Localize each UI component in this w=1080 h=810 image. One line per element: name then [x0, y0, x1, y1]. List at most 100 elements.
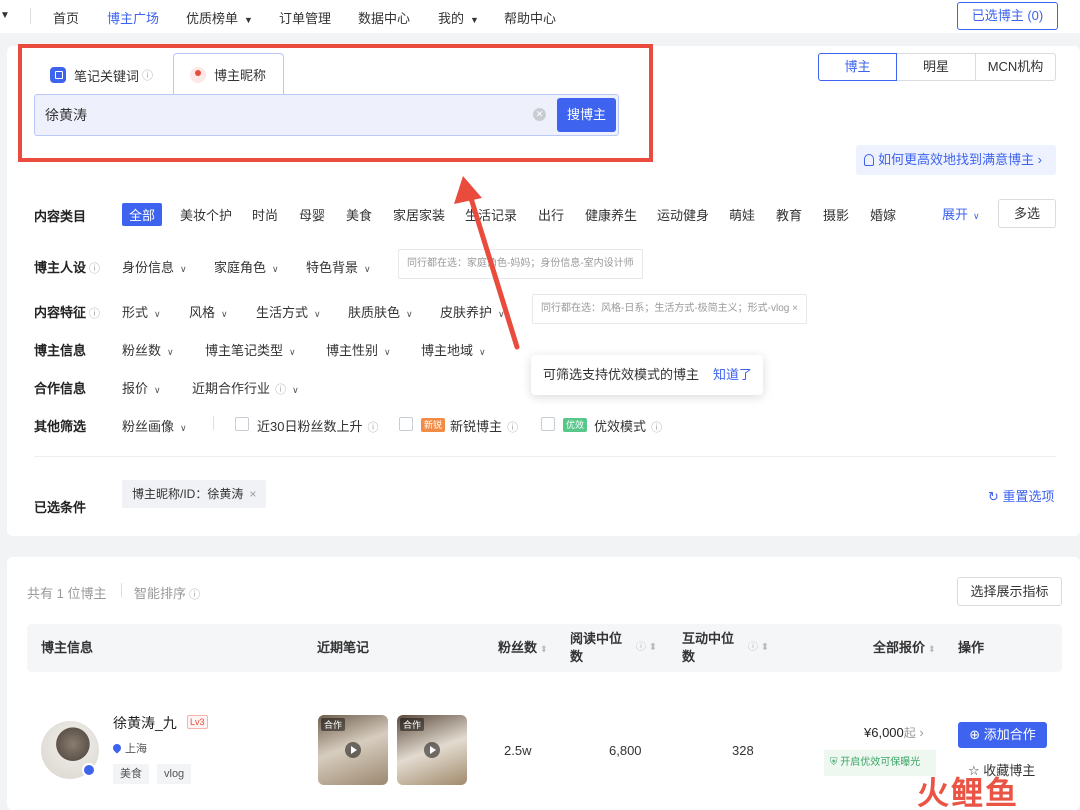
info-sort-icon[interactable]: ⓘ ⬍: [748, 639, 769, 657]
howto-link[interactable]: 如何更高效地找到满意博主 ›: [856, 145, 1056, 175]
category-option[interactable]: 教育: [776, 205, 802, 224]
persona-dropdown[interactable]: 家庭角色 ∨: [214, 257, 279, 276]
category-option[interactable]: 家居家装: [393, 205, 445, 224]
category-option[interactable]: 婚嫁: [870, 205, 896, 224]
persona-dropdown[interactable]: 特色背景 ∨: [306, 257, 371, 276]
chevron-down-icon: ∨: [364, 264, 371, 274]
info-icon: ⓘ: [89, 308, 101, 320]
feature-dropdown[interactable]: 肤质肤色 ∨: [348, 302, 413, 321]
blogger-info-label: 博主信息: [34, 343, 87, 358]
lightbulb-icon: [864, 154, 874, 166]
info-sort-icon[interactable]: ⓘ ⬍: [636, 639, 657, 657]
type-star-button[interactable]: 明星: [897, 53, 976, 81]
category-option[interactable]: 美妆个护: [180, 205, 232, 224]
blogger-info-dropdown[interactable]: 博主地域 ∨: [421, 340, 486, 359]
category-option[interactable]: 健康养生: [585, 205, 637, 224]
blogger-info-dropdown[interactable]: 博主性别 ∨: [326, 340, 391, 359]
nav-item-rankings[interactable]: 优质榜单 ▼: [186, 8, 253, 27]
add-cooperation-button[interactable]: ⊕ 添加合作: [958, 722, 1047, 748]
new-badge: 新锐: [421, 418, 446, 432]
persona-dropdown[interactable]: 身份信息 ∨: [122, 257, 187, 276]
category-option[interactable]: 摄影: [823, 205, 849, 224]
refresh-icon: ↻: [988, 489, 1003, 504]
type-mcn-button[interactable]: MCN机构: [976, 53, 1056, 81]
chevron-down-icon: ∨: [154, 385, 161, 395]
feature-dropdown[interactable]: 生活方式 ∨: [256, 302, 321, 321]
chevron-down-icon: ▼: [244, 15, 253, 25]
nav-item-blogger-square[interactable]: 博主广场: [107, 8, 159, 27]
coop-label: 合作: [400, 718, 425, 731]
interact-median-value: 328: [732, 743, 754, 758]
verified-icon: [82, 763, 96, 777]
feature-dropdown[interactable]: 风格 ∨: [189, 302, 228, 321]
chevron-down-icon: ∨: [180, 423, 187, 433]
section-divider: [34, 456, 1056, 457]
promo-label: 开启优效可保曝光: [840, 757, 921, 768]
type-blogger-button[interactable]: 博主: [818, 53, 897, 81]
blogger-location: 上海: [111, 740, 147, 756]
column-header-read-median[interactable]: 阅读中位数: [570, 630, 622, 666]
close-icon[interactable]: ×: [249, 487, 256, 501]
price-value[interactable]: ¥6,000起 ›: [864, 724, 924, 741]
blogger-info-dropdown[interactable]: 博主笔记类型 ∨: [205, 340, 296, 359]
blogger-tag: vlog: [157, 764, 192, 784]
chevron-right-icon: ›: [915, 725, 924, 740]
category-option[interactable]: 出行: [538, 205, 564, 224]
blogger-name[interactable]: 徐黄涛_九: [113, 713, 177, 733]
category-option-all[interactable]: 全部: [122, 203, 163, 226]
coop-info-dropdown[interactable]: 报价 ∨: [122, 378, 161, 397]
info-icon: ⓘ: [272, 384, 287, 396]
column-header-interact-median[interactable]: 互动中位数: [682, 630, 734, 666]
fans-portrait-dropdown[interactable]: 粉丝画像 ∨: [122, 416, 187, 435]
new-blogger-checkbox[interactable]: [399, 417, 413, 431]
multi-select-button[interactable]: 多选: [998, 199, 1056, 228]
account-type-group: 博主 明星 MCN机构: [818, 53, 1056, 81]
coop-info-dropdown[interactable]: 近期合作行业 ⓘ ∨: [192, 378, 299, 397]
category-option[interactable]: 母婴: [299, 205, 325, 224]
feature-dropdown[interactable]: 皮肤养护 ∨: [440, 302, 505, 321]
choose-metrics-button[interactable]: 选择展示指标: [957, 577, 1062, 606]
feature-dropdown[interactable]: 形式 ∨: [122, 302, 161, 321]
persona-hint-chip[interactable]: 同行都在选：家庭角色-妈妈；身份信息-室内设计师: [398, 249, 643, 279]
expand-label: 展开: [942, 207, 969, 222]
filter-divider: [213, 416, 214, 430]
dropdown-label: 特色背景: [306, 260, 359, 275]
location-pin-icon: [111, 742, 123, 754]
chevron-down-icon: ∨: [384, 347, 391, 357]
new-blogger-label: 新锐博主 ⓘ: [450, 416, 518, 435]
reset-filters-link[interactable]: ↻ 重置选项: [988, 486, 1055, 505]
tooltip-dismiss-link[interactable]: 知道了: [713, 367, 752, 382]
blogger-info-dropdown[interactable]: 粉丝数 ∨: [122, 340, 174, 359]
nav-item-mine[interactable]: 我的 ▼: [438, 8, 479, 27]
selected-condition-chip[interactable]: 博主昵称/ID：徐黄涛 ×: [122, 480, 267, 508]
column-header-price[interactable]: 全部报价 ⬍: [873, 639, 936, 658]
sort-selector[interactable]: 智能排序 ⓘ: [134, 583, 200, 602]
category-option[interactable]: 运动健身: [657, 205, 709, 224]
info-icon: ⓘ: [186, 589, 201, 601]
expand-toggle[interactable]: 展开 ∨: [942, 204, 980, 223]
checkbox-label: 新锐博主: [450, 419, 503, 434]
nav-item-orders[interactable]: 订单管理: [279, 8, 331, 27]
category-option[interactable]: 生活记录: [465, 205, 517, 224]
note-thumbnail[interactable]: 合作: [397, 715, 467, 785]
chevron-down-icon: ∨: [292, 385, 299, 395]
dropdown-label: 肤质肤色: [348, 305, 401, 320]
note-thumbnail[interactable]: 合作: [318, 715, 388, 785]
fans-up-checkbox[interactable]: [235, 417, 249, 431]
effect-badge: 优效: [563, 418, 588, 432]
selected-bloggers-button[interactable]: 已选博主 (0): [957, 2, 1058, 30]
caret-down-icon[interactable]: ▼: [0, 10, 10, 21]
effect-mode-checkbox[interactable]: [541, 417, 555, 431]
category-option[interactable]: 美食: [346, 205, 372, 224]
nav-item-help[interactable]: 帮助中心: [504, 8, 556, 27]
feature-hint-chip[interactable]: 同行都在选：风格-日系；生活方式-极简主义；形式-vlog ×: [532, 294, 807, 324]
nav-item-data-center[interactable]: 数据中心: [358, 8, 410, 27]
chevron-down-icon: ∨: [973, 211, 980, 221]
nav-item-home[interactable]: 首页: [53, 8, 79, 27]
category-option[interactable]: 萌娃: [729, 205, 755, 224]
read-median-value: 6,800: [609, 743, 642, 758]
header-label: 阅读中位: [570, 631, 623, 646]
howto-label: 如何更高效地找到满意博主: [878, 152, 1035, 167]
category-option[interactable]: 时尚: [252, 205, 278, 224]
column-header-fans[interactable]: 粉丝数 ⬍: [498, 639, 548, 658]
